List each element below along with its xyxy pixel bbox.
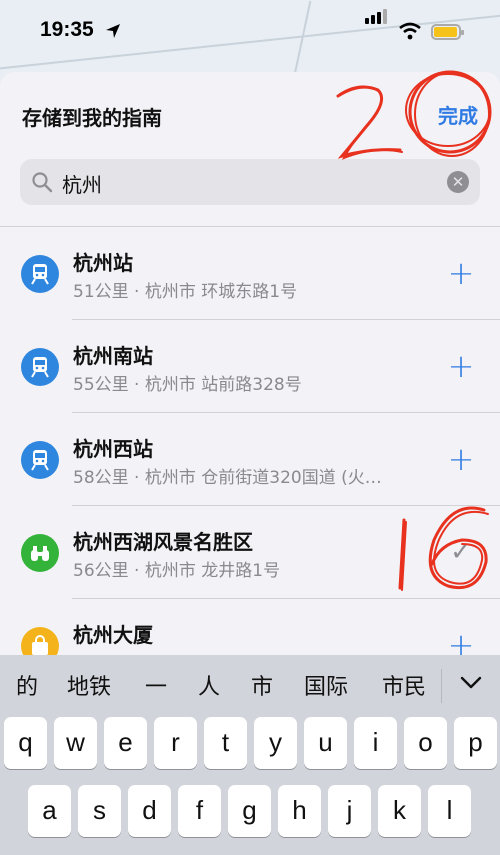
key-a[interactable]: a — [28, 785, 71, 837]
key-p[interactable]: p — [454, 717, 497, 769]
status-time: 19:35 — [40, 18, 94, 41]
results-list: 杭州站 51公里 · 杭州市 环城东路1号 + 杭州南站 55公里 · 杭州市 … — [0, 227, 500, 655]
result-icon-bg — [21, 348, 59, 386]
key-d[interactable]: d — [128, 785, 171, 837]
list-item[interactable]: 杭州南站 55公里 · 杭州市 站前路328号 + — [0, 320, 500, 413]
location-arrow-icon — [106, 24, 120, 38]
result-detail: 51公里 · 杭州市 环城东路1号 — [73, 282, 298, 302]
list-item[interactable]: 杭州大厦 + — [0, 599, 500, 655]
chevron-down-icon[interactable] — [458, 669, 484, 695]
list-item[interactable]: 杭州西湖风景名胜区 56公里 · 杭州市 龙井路1号 ✓ — [0, 506, 500, 599]
keyboard-row-2: a s d f g h j k l — [0, 785, 500, 845]
result-name: 杭州西湖风景名胜区 — [73, 530, 253, 554]
done-button[interactable]: 完成 — [438, 100, 478, 129]
checkmark-icon[interactable]: ✓ — [446, 537, 476, 567]
result-icon-bg — [21, 534, 59, 572]
candidate-word[interactable]: 市民 — [382, 669, 426, 701]
key-h[interactable]: h — [278, 785, 321, 837]
result-icon-bg — [21, 441, 59, 479]
key-k[interactable]: k — [378, 785, 421, 837]
result-detail: 58公里 · 杭州市 仓前街道320国道 (火… — [73, 468, 382, 488]
result-name: 杭州站 — [73, 251, 133, 275]
key-t[interactable]: t — [204, 717, 247, 769]
key-e[interactable]: e — [104, 717, 147, 769]
shopping-bag-icon — [32, 635, 48, 655]
candidate-word[interactable]: 的 — [16, 669, 38, 701]
candidate-word[interactable]: 市 — [251, 669, 273, 701]
search-query: 杭州 — [62, 173, 102, 197]
key-f[interactable]: f — [178, 785, 221, 837]
result-detail: 55公里 · 杭州市 站前路328号 — [73, 375, 302, 395]
key-i[interactable]: i — [354, 717, 397, 769]
key-o[interactable]: o — [404, 717, 447, 769]
wifi-icon — [399, 22, 421, 40]
sheet-header: 存储到我的指南 完成 — [0, 72, 500, 152]
result-name: 杭州西站 — [73, 437, 153, 461]
keyboard-row-1: q w e r t y u i o p — [0, 717, 500, 777]
candidate-word[interactable]: 人 — [198, 669, 220, 701]
train-icon — [31, 450, 49, 471]
result-name: 杭州南站 — [73, 344, 153, 368]
add-icon[interactable]: + — [446, 257, 476, 289]
key-r[interactable]: r — [154, 717, 197, 769]
binoculars-icon — [31, 546, 49, 561]
key-s[interactable]: s — [78, 785, 121, 837]
clear-search-icon[interactable]: ✕ — [447, 171, 469, 193]
battery-icon — [431, 24, 464, 40]
key-w[interactable]: w — [54, 717, 97, 769]
result-detail: 56公里 · 杭州市 龙井路1号 — [73, 561, 281, 581]
train-icon — [31, 264, 49, 285]
key-q[interactable]: q — [4, 717, 47, 769]
keyboard: 的 地铁 一 人 市 国际 市民 q w e r t y u i o p a s… — [0, 655, 500, 855]
result-icon-bg — [21, 627, 59, 655]
key-j[interactable]: j — [328, 785, 371, 837]
candidate-word[interactable]: 地铁 — [67, 669, 111, 701]
key-l[interactable]: l — [428, 785, 471, 837]
add-icon[interactable]: + — [446, 443, 476, 475]
search-field[interactable]: 杭州 ✕ — [20, 159, 480, 205]
key-u[interactable]: u — [304, 717, 347, 769]
divider — [441, 669, 442, 703]
sheet-title: 存储到我的指南 — [22, 106, 162, 130]
key-y[interactable]: y — [254, 717, 297, 769]
list-item[interactable]: 杭州站 51公里 · 杭州市 环城东路1号 + — [0, 227, 500, 320]
candidate-word[interactable]: 一 — [145, 669, 167, 701]
key-g[interactable]: g — [228, 785, 271, 837]
candidate-bar: 的 地铁 一 人 市 国际 市民 — [0, 655, 500, 713]
add-icon[interactable]: + — [446, 629, 476, 655]
candidate-word[interactable]: 国际 — [304, 669, 348, 701]
search-icon — [32, 172, 53, 193]
add-icon[interactable]: + — [446, 350, 476, 382]
list-item[interactable]: 杭州西站 58公里 · 杭州市 仓前街道320国道 (火… + — [0, 413, 500, 506]
train-icon — [31, 357, 49, 378]
result-icon-bg — [21, 255, 59, 293]
status-bar: 19:35 — [0, 0, 500, 62]
result-name: 杭州大厦 — [73, 623, 153, 647]
save-to-guide-sheet: 存储到我的指南 完成 杭州 ✕ 杭州站 51公里 · 杭州市 环城东路1号 + … — [0, 72, 500, 655]
